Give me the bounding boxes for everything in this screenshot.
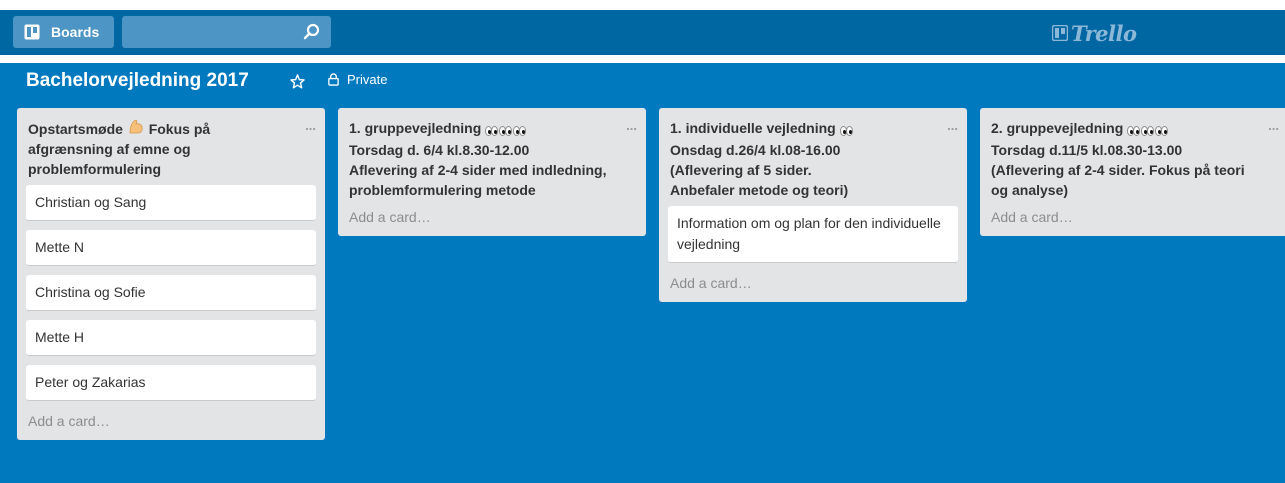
list-title-part: Onsdag d.26/4 kl.08-16.00 (Aflevering af… <box>670 142 849 198</box>
list-title-part: Torsdag d.11/5 kl.08.30-13.00 (Afleverin… <box>991 142 1245 198</box>
list: 2. gruppevejledning Torsdag d.11/5 kl.08… <box>980 108 1285 236</box>
search-box[interactable] <box>122 16 331 48</box>
card[interactable]: Information om og plan for den individue… <box>668 206 958 263</box>
eyes-emoji <box>1127 120 1169 140</box>
star-icon[interactable] <box>290 74 305 89</box>
card[interactable]: Mette H <box>26 320 316 356</box>
visibility-label: Private <box>347 72 388 87</box>
board-header: Bachelorvejledning 2017 Private <box>0 64 1285 104</box>
list-menu-ellipsis-icon[interactable]: ... <box>626 116 637 136</box>
flexed-biceps-emoji <box>129 119 143 134</box>
app-header: Boards Trello <box>0 10 1285 55</box>
card[interactable]: Peter og Zakarias <box>26 365 316 401</box>
list-menu-ellipsis-icon[interactable]: ... <box>947 116 958 136</box>
list-title-part: Torsdag d. 6/4 kl.8.30-12.00 Aflevering … <box>349 142 607 198</box>
list-title[interactable]: 1. individuelle vejledning Onsdag d.26/4… <box>668 118 958 200</box>
search-input[interactable] <box>122 16 331 48</box>
list-title[interactable]: Opstartsmøde Fokus på afgrænsning af emn… <box>26 118 316 179</box>
list-menu-ellipsis-icon[interactable]: ... <box>1268 116 1279 136</box>
trello-logo-icon <box>1052 25 1068 41</box>
list: 1. individuelle vejledning Onsdag d.26/4… <box>659 108 967 302</box>
list-menu-ellipsis-icon[interactable]: ... <box>305 116 316 136</box>
list-title[interactable]: 2. gruppevejledning Torsdag d.11/5 kl.08… <box>989 118 1279 200</box>
list-title-part: 1. gruppevejledning <box>349 120 486 136</box>
list: 1. gruppevejledning Torsdag d. 6/4 kl.8.… <box>338 108 646 236</box>
card[interactable]: Mette N <box>26 230 316 266</box>
card[interactable]: Christian og Sang <box>26 185 316 221</box>
list: Opstartsmøde Fokus på afgrænsning af emn… <box>17 108 325 440</box>
search-icon[interactable] <box>303 23 321 41</box>
list-title-part: Opstartsmøde <box>28 121 127 137</box>
eyes-emoji <box>485 120 527 140</box>
logo-text: Trello <box>1071 20 1137 46</box>
boards-button[interactable]: Boards <box>13 16 114 48</box>
add-card-button[interactable]: Add a card… <box>347 206 637 228</box>
lock-icon <box>328 73 339 86</box>
add-card-button[interactable]: Add a card… <box>989 206 1279 228</box>
eyes-emoji <box>839 120 854 140</box>
boards-label: Boards <box>51 24 100 40</box>
visibility-button[interactable]: Private <box>327 72 387 87</box>
list-title-part: 2. gruppevejledning <box>991 120 1128 136</box>
add-card-button[interactable]: Add a card… <box>668 272 958 294</box>
add-card-button[interactable]: Add a card… <box>26 410 316 432</box>
list-title[interactable]: 1. gruppevejledning Torsdag d. 6/4 kl.8.… <box>347 118 637 200</box>
list-title-part: 1. individuelle vejledning <box>670 120 840 136</box>
card[interactable]: Christina og Sofie <box>26 275 316 311</box>
boards-icon <box>24 24 40 40</box>
trello-logo[interactable]: Trello <box>1052 20 1137 46</box>
board-title[interactable]: Bachelorvejledning 2017 <box>26 70 249 92</box>
